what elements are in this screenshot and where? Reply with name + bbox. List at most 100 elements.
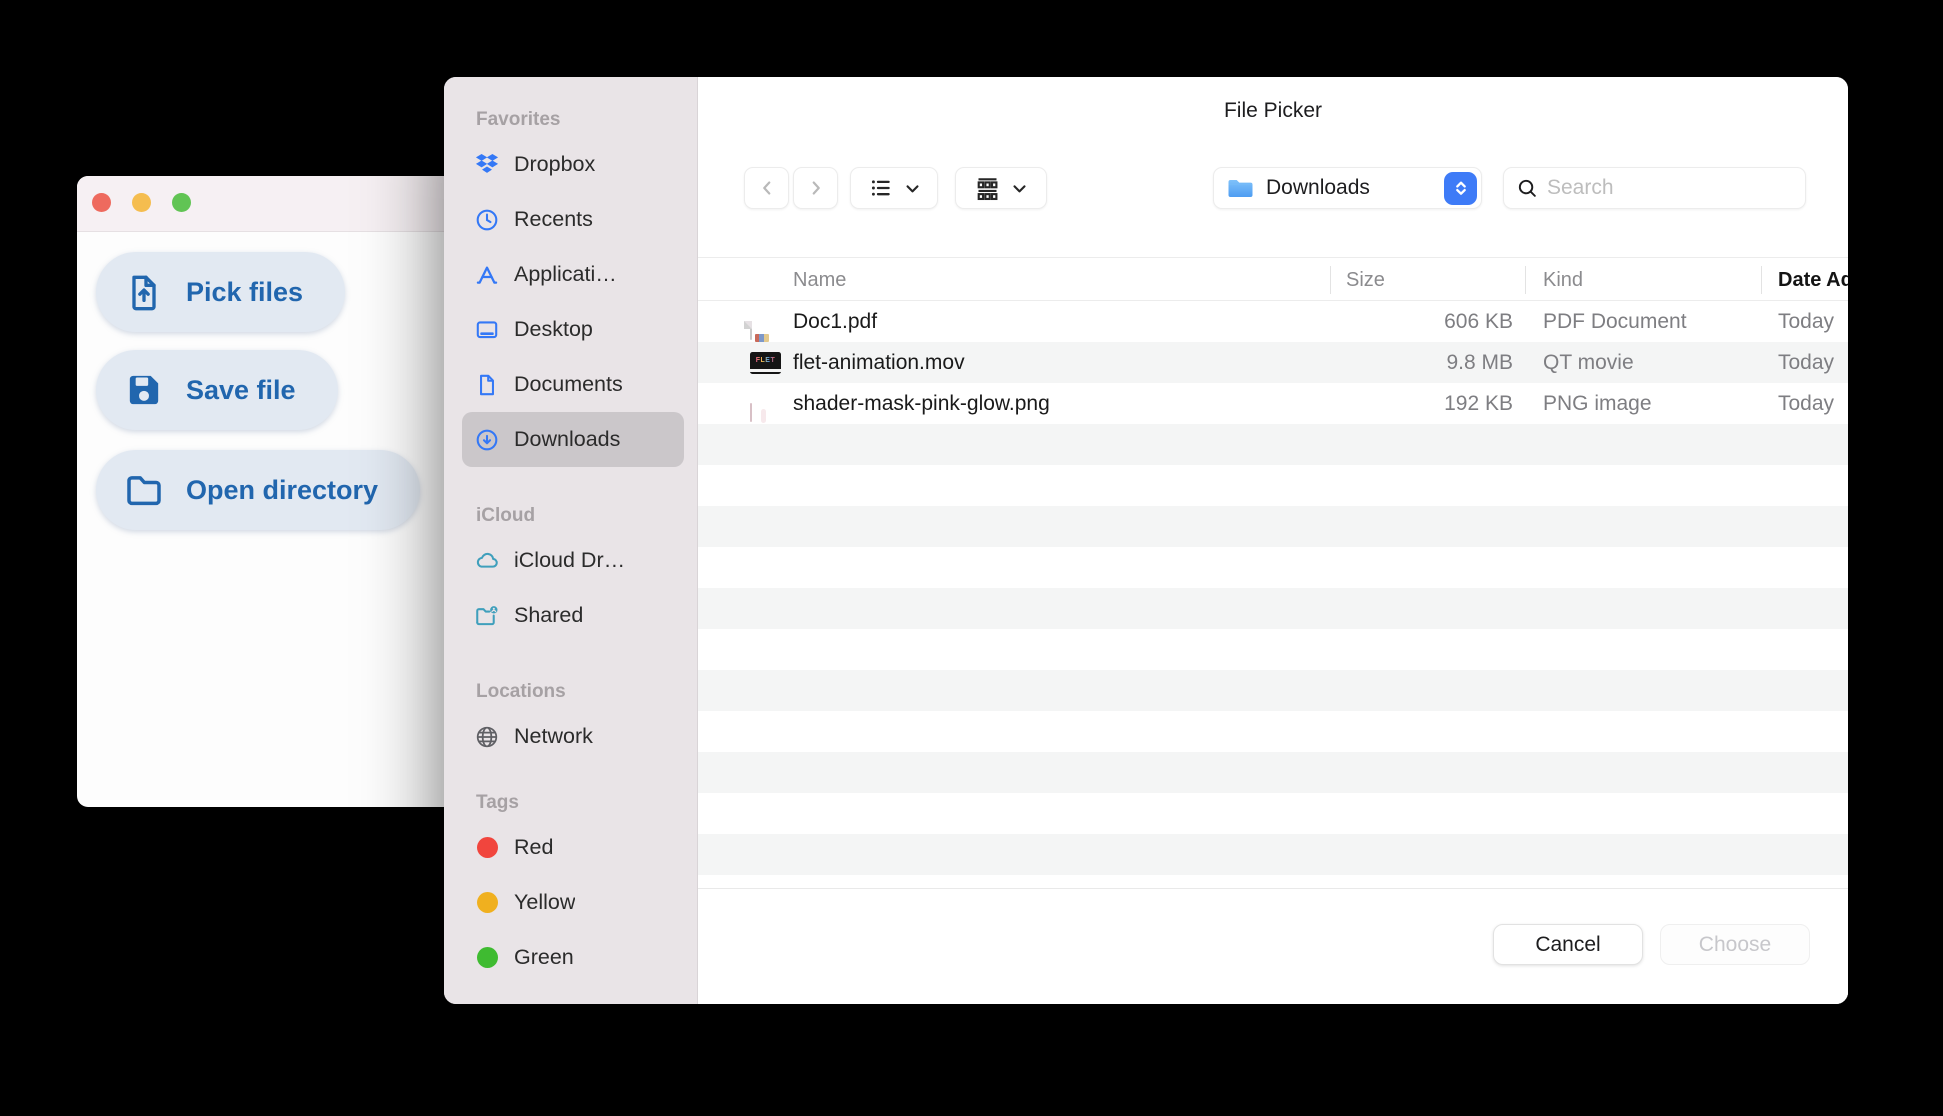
png-file-icon — [750, 402, 752, 422]
save-icon — [124, 370, 164, 410]
sidebar-item-network[interactable]: Network — [462, 709, 684, 764]
dropbox-icon — [474, 152, 500, 178]
file-picker-dialog: Favorites Dropbox Recents Applications D… — [444, 77, 1848, 1004]
table-row[interactable]: shader-mask-pink-glow.png 192 KB PNG ima… — [698, 383, 1848, 424]
sidebar-item-label: Network — [514, 724, 593, 748]
sidebar-item-label: Documents — [514, 372, 623, 396]
chevron-down-icon — [1011, 180, 1028, 197]
file-size: 606 KB — [1444, 310, 1513, 333]
file-upload-icon — [124, 272, 164, 312]
file-list: Doc1.pdf 606 KB PDF Document Today FLET … — [698, 301, 1848, 888]
chevron-left-icon — [756, 177, 778, 199]
column-header-size[interactable]: Size — [1346, 258, 1385, 302]
dialog-main: File Picker Downloads Search Name Size K… — [698, 77, 1848, 1004]
choose-button[interactable]: Choose — [1660, 924, 1810, 965]
minimize-traffic-light[interactable] — [132, 193, 151, 212]
list-view-icon — [868, 175, 894, 201]
file-date-added: Today — [1778, 310, 1835, 333]
group-view-icon — [974, 175, 1001, 202]
cancel-button[interactable]: Cancel — [1493, 924, 1643, 965]
sidebar-item-label: Applications — [514, 262, 628, 286]
globe-icon — [474, 724, 500, 750]
sidebar-item-label: Red — [514, 835, 554, 859]
sidebar-item-recents[interactable]: Recents — [462, 192, 684, 247]
group-by-button[interactable] — [955, 167, 1047, 209]
view-mode-button[interactable] — [850, 167, 938, 209]
sidebar-item-label: iCloud Drive — [514, 548, 628, 572]
sidebar-item-label: Dropbox — [514, 152, 596, 176]
download-circle-icon — [474, 427, 500, 453]
pick-files-button[interactable]: Pick files — [96, 252, 346, 332]
sidebar-item-label: Yellow — [514, 890, 576, 914]
pdf-file-icon — [750, 320, 752, 340]
sidebar-item-label: Recents — [514, 207, 593, 231]
sidebar-item-dropbox[interactable]: Dropbox — [462, 137, 684, 192]
file-date-added: Today — [1778, 392, 1835, 415]
table-header: Name Size Kind Date Added — [698, 257, 1848, 301]
column-divider — [1330, 266, 1331, 294]
sidebar-item-documents[interactable]: Documents — [462, 357, 684, 412]
zoom-traffic-light[interactable] — [172, 193, 191, 212]
sidebar-item-tag-green[interactable]: Green — [462, 930, 684, 985]
red-tag-icon — [477, 837, 498, 858]
sidebar-item-label: Green — [514, 945, 574, 969]
sidebar-item-label: Desktop — [514, 317, 593, 341]
popup-stepper-icon — [1444, 171, 1477, 205]
open-directory-button[interactable]: Open directory — [96, 450, 421, 530]
chevron-down-icon — [904, 180, 921, 197]
sidebar-item-label: Downloads — [514, 427, 621, 451]
table-row[interactable]: Doc1.pdf 606 KB PDF Document Today — [698, 301, 1848, 342]
file-size: 192 KB — [1444, 392, 1513, 415]
chevron-right-icon — [805, 177, 827, 199]
sidebar-item-icloud-drive[interactable]: iCloud Drive — [462, 533, 684, 588]
table-row[interactable]: FLET flet-animation.mov 9.8 MB QT movie … — [698, 342, 1848, 383]
folder-icon — [124, 470, 164, 510]
dialog-title: File Picker — [1223, 99, 1323, 122]
file-kind: QT movie — [1543, 351, 1634, 374]
section-header-locations: Locations — [476, 681, 566, 702]
open-directory-label: Open directory — [186, 474, 379, 505]
sidebar-item-downloads[interactable]: Downloads — [462, 412, 684, 467]
file-size: 9.8 MB — [1446, 351, 1513, 374]
empty-row-stripes — [698, 424, 1848, 888]
sidebar-item-tag-yellow[interactable]: Yellow — [462, 875, 684, 930]
document-icon — [474, 372, 500, 398]
search-field[interactable] — [1503, 167, 1806, 209]
sidebar-item-tag-red[interactable]: Red — [462, 820, 684, 875]
section-header-icloud: iCloud — [476, 505, 536, 526]
column-header-name[interactable]: Name — [793, 258, 846, 302]
blue-folder-icon — [1227, 177, 1255, 200]
appstore-icon — [474, 262, 500, 288]
search-icon — [1516, 177, 1539, 200]
forward-button[interactable] — [793, 167, 838, 209]
sidebar-item-applications[interactable]: Applications — [462, 247, 684, 302]
location-popup[interactable]: Downloads — [1213, 167, 1482, 209]
close-traffic-light[interactable] — [92, 193, 111, 212]
section-header-tags: Tags — [476, 792, 519, 813]
dialog-footer: Cancel Choose — [698, 888, 1848, 1004]
file-kind: PDF Document — [1543, 310, 1687, 333]
search-input[interactable] — [1547, 176, 1795, 200]
back-button[interactable] — [744, 167, 789, 209]
column-header-date-added[interactable]: Date Added — [1778, 258, 1848, 302]
cloud-icon — [474, 548, 500, 574]
file-date-added: Today — [1778, 351, 1835, 374]
sidebar: Favorites Dropbox Recents Applications D… — [444, 77, 698, 1004]
save-file-button[interactable]: Save file — [96, 350, 338, 430]
pick-files-label: Pick files — [186, 276, 304, 307]
mov-file-icon: FLET — [750, 351, 781, 374]
desktop-icon — [474, 317, 500, 343]
shared-folder-icon — [474, 603, 500, 629]
file-name: Doc1.pdf — [793, 310, 878, 333]
column-divider — [1525, 266, 1526, 294]
column-divider — [1761, 266, 1762, 294]
location-popup-value: Downloads — [1266, 176, 1370, 199]
column-header-kind[interactable]: Kind — [1543, 258, 1583, 302]
sidebar-item-label: Shared — [514, 603, 584, 627]
section-header-favorites: Favorites — [476, 109, 561, 130]
sidebar-item-desktop[interactable]: Desktop — [462, 302, 684, 357]
sidebar-item-shared[interactable]: Shared — [462, 588, 684, 643]
yellow-tag-icon — [477, 892, 498, 913]
green-tag-icon — [477, 947, 498, 968]
clock-icon — [474, 207, 500, 233]
